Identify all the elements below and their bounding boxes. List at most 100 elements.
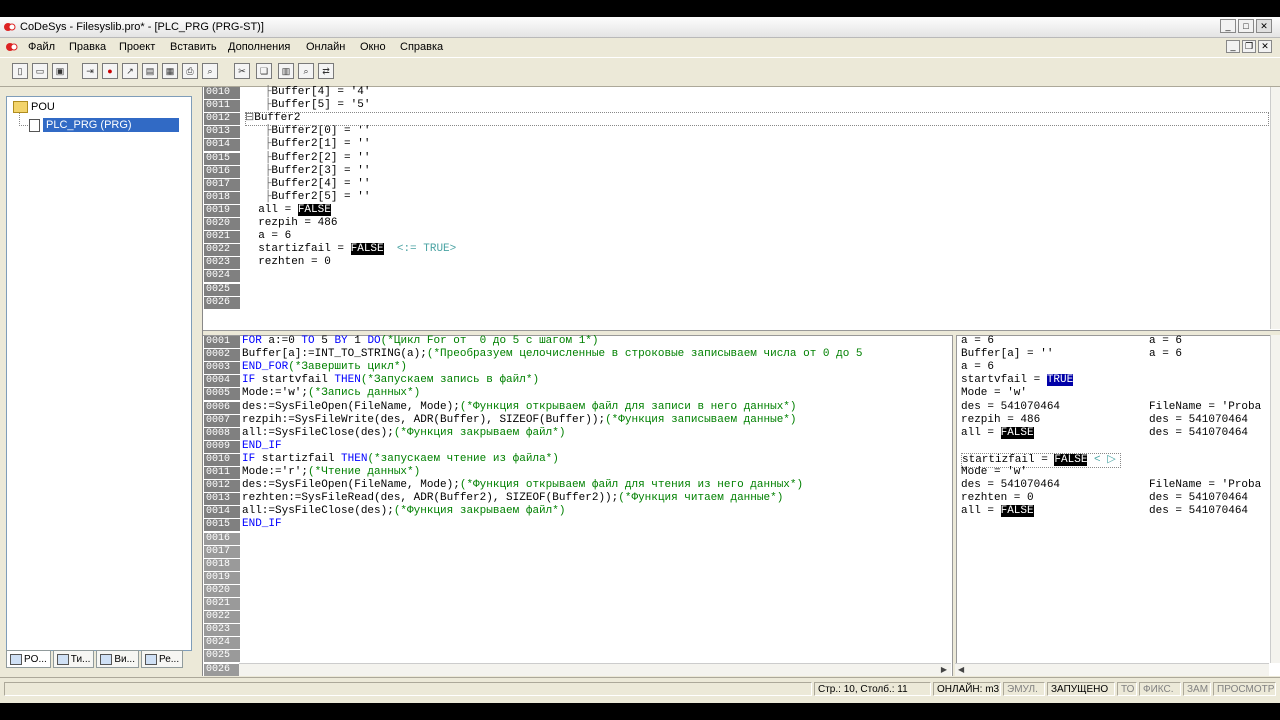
tree-root[interactable]: POU	[13, 101, 55, 113]
code-line[interactable]	[242, 636, 950, 649]
code-line[interactable]: END_IF	[242, 440, 950, 453]
open-icon[interactable]: ▭	[32, 63, 48, 79]
code-line[interactable]: Mode:='w';(*Запись данных*)	[242, 387, 950, 400]
line-number: 0016	[204, 532, 240, 545]
single-cycle-icon[interactable]: ▦	[162, 63, 178, 79]
menu-edit[interactable]: Правка	[69, 41, 106, 53]
menu-project[interactable]: Проект	[119, 41, 155, 53]
declaration-line[interactable]: ├Buffer2[1] = ''	[245, 138, 371, 151]
new-icon[interactable]: ▯	[12, 63, 28, 79]
code-line[interactable]	[242, 558, 950, 571]
cut-icon[interactable]: ✂	[234, 63, 250, 79]
declaration-line[interactable]	[245, 296, 258, 309]
tab-data-types[interactable]: Ти...	[52, 650, 95, 668]
declaration-scrollbar[interactable]	[1270, 87, 1280, 329]
copy-icon[interactable]: ❏	[256, 63, 272, 79]
declaration-line[interactable]: startizfail = FALSE <:= TRUE>	[245, 243, 456, 256]
code-line[interactable]: IF startvfail THEN(*Запускаем запись в ф…	[242, 374, 950, 387]
maximize-icon[interactable]: □	[1238, 19, 1254, 33]
line-number: 0002	[204, 349, 240, 362]
code-scrollbar[interactable]	[1270, 335, 1280, 663]
monitor-hscrollbar[interactable]: ◀	[955, 663, 1269, 676]
line-number: 0016	[204, 165, 240, 178]
declaration-line[interactable]: ├Buffer[4] = '4'	[245, 86, 371, 99]
monitor-value: all = FALSE	[961, 505, 1034, 518]
code-line[interactable]	[242, 610, 950, 623]
tab-pou[interactable]: PO...	[6, 650, 51, 668]
code-line[interactable]	[242, 532, 950, 545]
code-line[interactable]	[242, 545, 950, 558]
declaration-line[interactable]: a = 6	[245, 230, 291, 243]
declaration-line[interactable]	[245, 283, 258, 296]
st-editor[interactable]: 0010 ├Buffer[4] = '4' 0011 ├Buffer[5] = '…	[202, 86, 1280, 689]
code-hscrollbar[interactable]: ▶	[239, 663, 951, 676]
document-icon[interactable]	[6, 41, 18, 53]
code-line[interactable]: all:=SysFileClose(des);(*Функция закрыва…	[242, 427, 950, 440]
login-icon[interactable]: ⇥	[82, 63, 98, 79]
declaration-line[interactable]: ├Buffer2[3] = ''	[245, 165, 371, 178]
menu-extras[interactable]: Дополнения	[228, 41, 290, 53]
menu-file[interactable]: Файл	[28, 41, 55, 53]
menu-insert[interactable]: Вставить	[170, 41, 217, 53]
declaration-line[interactable]: rezhten = 0	[245, 256, 331, 269]
line-number: 0007	[204, 414, 240, 427]
tab-visualizations[interactable]: Ви...	[96, 650, 139, 668]
line-number: 0004	[204, 375, 240, 388]
replace-icon[interactable]: ⇄	[318, 63, 334, 79]
code-line[interactable]: rezpih:=SysFileWrite(des, ADR(Buffer), S…	[242, 414, 950, 427]
step-icon[interactable]: ▤	[142, 63, 158, 79]
vertical-splitter[interactable]	[952, 335, 957, 676]
paste-icon[interactable]: ▥	[278, 63, 294, 79]
code-line[interactable]: END_IF	[242, 518, 950, 531]
code-text: 5	[314, 335, 335, 347]
code-line[interactable]	[242, 571, 950, 584]
print-preview-icon[interactable]: ⌕	[202, 63, 218, 79]
declaration-line[interactable]: ├Buffer2[5] = ''	[245, 191, 371, 204]
declaration-line[interactable]: ├Buffer2[2] = ''	[245, 151, 371, 165]
code-line[interactable]	[242, 584, 950, 597]
code-line[interactable]	[242, 649, 950, 662]
code-line[interactable]	[242, 623, 950, 636]
code-line[interactable]	[242, 597, 950, 610]
code-line[interactable]: all:=SysFileClose(des);(*Функция закрыва…	[242, 505, 950, 518]
stop-icon[interactable]: ●	[102, 63, 118, 79]
declaration-line[interactable]: ├Buffer2[0] = ''	[245, 125, 371, 138]
print-icon[interactable]: ⎙	[182, 63, 198, 79]
declaration-text: Buffer2[2] = ''	[271, 151, 371, 164]
tab-resources[interactable]: Ре...	[140, 650, 184, 668]
code-line[interactable]: FOR a:=0 TO 5 BY 1 DO(*Цикл For от 0 до …	[242, 335, 950, 348]
menu-help[interactable]: Справка	[400, 41, 443, 53]
declaration-line[interactable]	[245, 269, 258, 282]
code-line[interactable]: Mode:='r';(*Чтение данных*)	[242, 466, 950, 479]
keyword: TO	[301, 335, 315, 347]
code-line[interactable]: END_FOR(*Завершить цикл*)	[242, 361, 950, 374]
scroll-left-icon[interactable]: ◀	[958, 665, 964, 674]
line-number: 0014	[204, 506, 240, 519]
line-number: 0001	[204, 336, 240, 348]
run-icon[interactable]: ↗	[122, 63, 138, 79]
declaration-line[interactable]: rezpih = 486	[245, 217, 337, 230]
value-badge: FALSE	[1000, 426, 1034, 439]
save-icon[interactable]: ▣	[52, 63, 68, 79]
code-line[interactable]: des:=SysFileOpen(FileName, Mode);(*Функц…	[242, 401, 950, 414]
declaration-line[interactable]: ├Buffer2[4] = ''	[245, 178, 371, 191]
mdi-minimize-icon[interactable]: _	[1226, 40, 1240, 53]
code-line[interactable]: IF startizfail THEN(*запускаем чтение из…	[242, 453, 950, 466]
code-line[interactable]: des:=SysFileOpen(FileName, Mode);(*Функц…	[242, 479, 950, 492]
code-line[interactable]: Buffer[a]:=INT_TO_STRING(a);(*Преобразуе…	[242, 348, 950, 361]
close-icon[interactable]: ✕	[1256, 19, 1272, 33]
minimize-icon[interactable]: _	[1220, 19, 1236, 33]
find-icon[interactable]: ⌕	[298, 63, 314, 79]
menu-window[interactable]: Окно	[360, 41, 386, 53]
comment: (*Преобразуем целочисленные в строковые …	[426, 348, 863, 361]
declaration-line[interactable]: ├Buffer[5] = '5'	[245, 99, 371, 112]
tree-item-plc-prg[interactable]: PLC_PRG (PRG)	[29, 118, 179, 132]
scroll-right-icon[interactable]: ▶	[941, 665, 947, 674]
declaration-line[interactable]: all = FALSE	[245, 203, 331, 217]
monitor-value	[1149, 387, 1269, 400]
code-line[interactable]: rezhten:=SysFileRead(des, ADR(Buffer2), …	[242, 492, 950, 505]
mdi-restore-icon[interactable]: ❐	[1242, 40, 1256, 53]
forced-value: < ▷	[1087, 453, 1116, 466]
menu-online[interactable]: Онлайн	[306, 41, 345, 53]
mdi-close-icon[interactable]: ✕	[1258, 40, 1272, 53]
